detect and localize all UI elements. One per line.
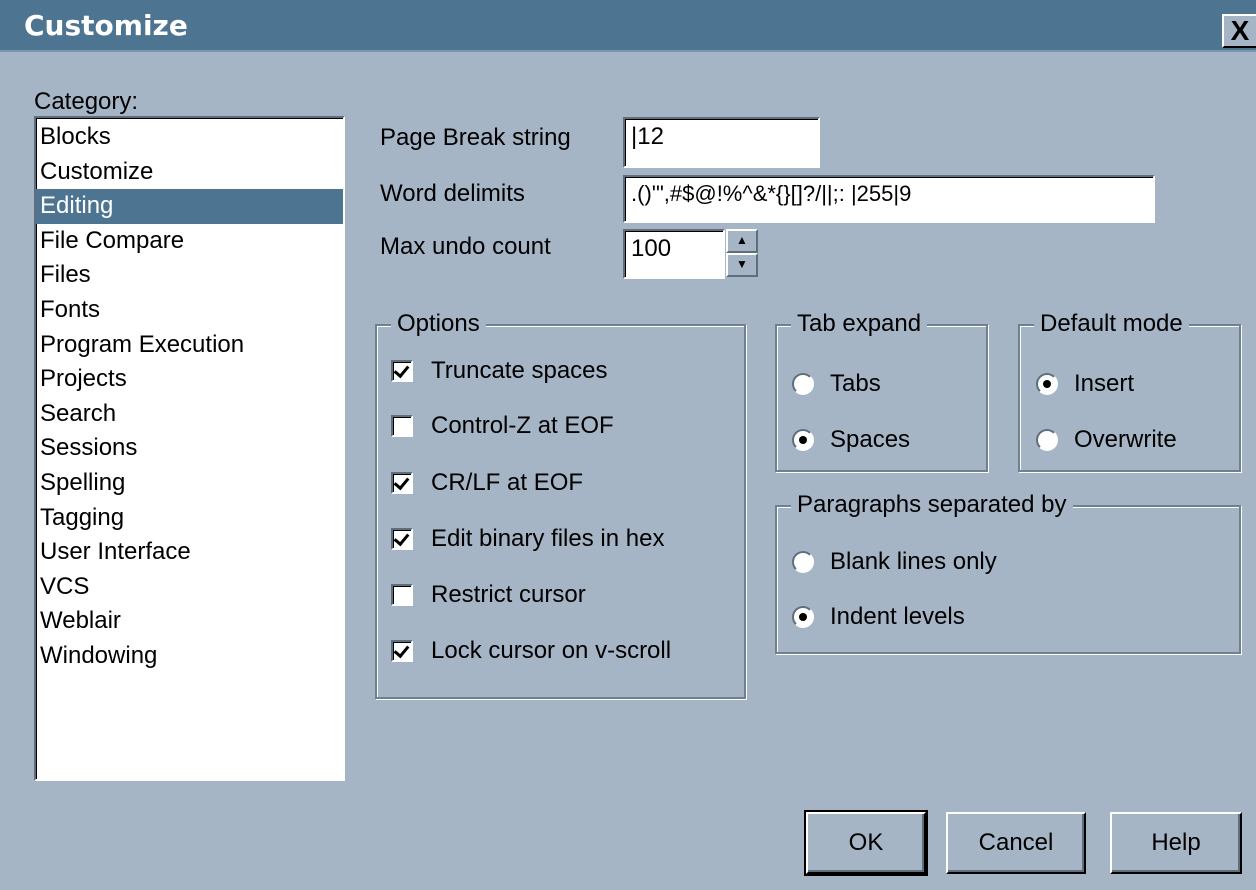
checkbox-label: Control-Z at EOF: [431, 412, 614, 439]
radio-button[interactable]: [1036, 373, 1058, 395]
ok-button[interactable]: OK: [804, 810, 928, 876]
checkbox[interactable]: [391, 360, 413, 382]
category-item[interactable]: Projects: [36, 362, 343, 397]
radio-button[interactable]: [792, 606, 814, 628]
checkbox[interactable]: [391, 415, 413, 437]
option-checkbox-row[interactable]: Truncate spaces: [391, 357, 608, 385]
radio-button[interactable]: [792, 373, 814, 395]
window-title: Customize: [24, 9, 188, 42]
category-item[interactable]: Windowing: [36, 639, 343, 674]
option-checkbox-row[interactable]: Control-Z at EOF: [391, 412, 614, 440]
radio-row[interactable]: Blank lines only: [792, 548, 997, 576]
radio-label: Indent levels: [830, 603, 965, 630]
close-button[interactable]: X: [1222, 14, 1256, 48]
checkbox-label: Restrict cursor: [431, 581, 586, 608]
radio-row[interactable]: Overwrite: [1036, 426, 1177, 454]
option-checkbox-row[interactable]: Lock cursor on v-scroll: [391, 637, 671, 665]
page-break-input[interactable]: |12: [623, 117, 820, 168]
max-undo-input[interactable]: 100: [623, 229, 725, 279]
category-item[interactable]: Fonts: [36, 293, 343, 328]
checkbox-label: Lock cursor on v-scroll: [431, 637, 672, 664]
radio-label: Insert: [1074, 370, 1135, 397]
category-item[interactable]: VCS: [36, 570, 343, 605]
cancel-button[interactable]: Cancel: [946, 812, 1086, 874]
checkbox[interactable]: [391, 640, 413, 662]
category-item[interactable]: Customize: [36, 155, 343, 190]
option-checkbox-row[interactable]: Restrict cursor: [391, 581, 586, 609]
category-item[interactable]: Editing: [36, 189, 343, 224]
arrow-up-icon: ▲: [736, 233, 748, 247]
word-delimits-label: Word delimits: [380, 180, 525, 207]
radio-button[interactable]: [1036, 429, 1058, 451]
checkbox-label: Truncate spaces: [431, 357, 608, 384]
category-item[interactable]: Spelling: [36, 466, 343, 501]
radio-row[interactable]: Insert: [1036, 370, 1134, 398]
checkbox[interactable]: [391, 584, 413, 606]
checkbox[interactable]: [391, 472, 413, 494]
radio-row[interactable]: Tabs: [792, 370, 881, 398]
help-button[interactable]: Help: [1110, 812, 1242, 874]
radio-label: Overwrite: [1074, 426, 1177, 453]
tab-expand-title: Tab expand: [791, 310, 928, 338]
title-bar: Customize X: [0, 0, 1256, 52]
category-item[interactable]: Program Execution: [36, 328, 343, 363]
checkbox-label: CR/LF at EOF: [431, 469, 584, 496]
radio-label: Tabs: [830, 370, 881, 397]
radio-label: Blank lines only: [830, 548, 997, 575]
radio-button[interactable]: [792, 551, 814, 573]
arrow-down-icon: ▼: [736, 257, 748, 271]
category-item[interactable]: Tagging: [36, 501, 343, 536]
paragraphs-title: Paragraphs separated by: [791, 491, 1073, 519]
radio-label: Spaces: [830, 426, 911, 453]
page-break-label: Page Break string: [380, 124, 571, 151]
max-undo-label: Max undo count: [380, 233, 551, 260]
category-item[interactable]: Blocks: [36, 120, 343, 155]
category-item[interactable]: Search: [36, 397, 343, 432]
checkbox-label: Edit binary files in hex: [431, 525, 665, 552]
word-delimits-input[interactable]: .()'",#$@!%^&*{}[]?/||;: |255|9: [623, 175, 1155, 223]
default-mode-title: Default mode: [1034, 310, 1189, 338]
option-checkbox-row[interactable]: Edit binary files in hex: [391, 525, 664, 553]
category-item[interactable]: User Interface: [36, 535, 343, 570]
category-item[interactable]: Weblair: [36, 604, 343, 639]
option-checkbox-row[interactable]: CR/LF at EOF: [391, 469, 583, 497]
radio-button[interactable]: [792, 429, 814, 451]
category-listbox[interactable]: Blocks Customize Editing File Compare Files F…: [34, 116, 345, 781]
radio-row[interactable]: Spaces: [792, 426, 910, 454]
category-item[interactable]: Files: [36, 258, 343, 293]
options-title: Options: [391, 310, 486, 338]
paragraphs-group: Paragraphs separated by: [775, 491, 1241, 654]
checkbox[interactable]: [391, 528, 413, 550]
radio-row[interactable]: Indent levels: [792, 603, 965, 631]
spin-up-button[interactable]: ▲: [726, 229, 758, 253]
spin-down-button[interactable]: ▼: [726, 253, 758, 277]
category-item[interactable]: File Compare: [36, 224, 343, 259]
close-icon: X: [1230, 15, 1250, 46]
category-label: Category:: [34, 88, 139, 115]
category-item[interactable]: Sessions: [36, 431, 343, 466]
